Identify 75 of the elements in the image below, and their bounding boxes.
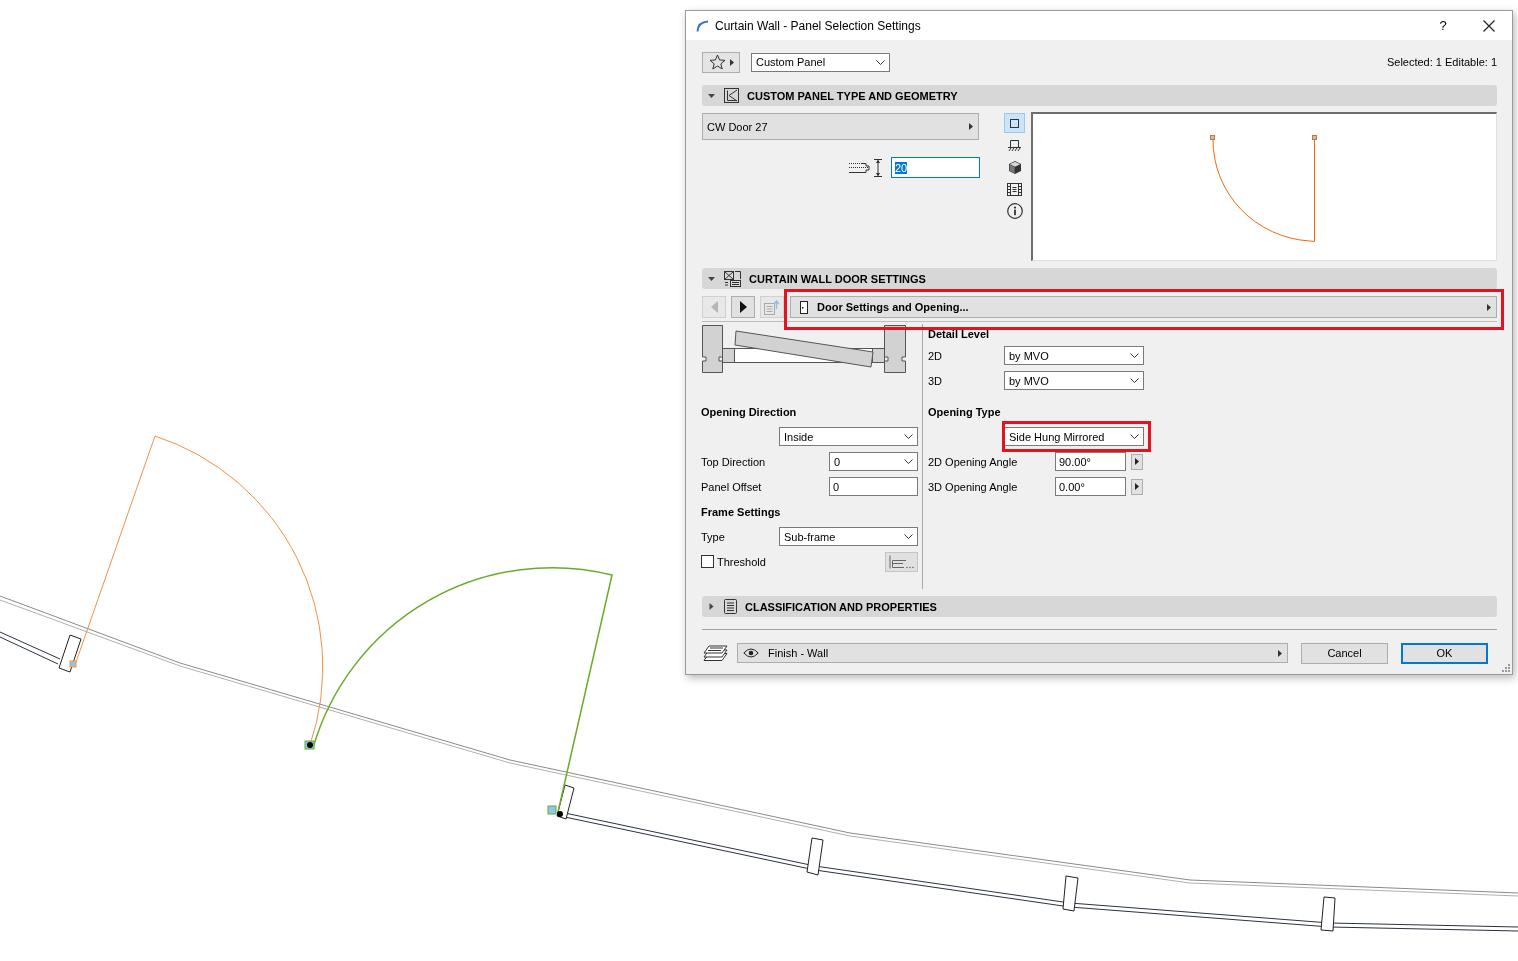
chevron-down-icon (904, 459, 913, 464)
panel-icon (724, 88, 739, 103)
nav-button[interactable] (731, 296, 755, 318)
field-label: 2D Opening Angle (928, 455, 1019, 468)
layers-icon (703, 645, 728, 661)
star-icon (708, 54, 726, 70)
dialog-button[interactable]: Cancel (1301, 642, 1388, 664)
door-icon (800, 300, 808, 314)
dropdown[interactable]: 0 (829, 452, 918, 471)
chevron-down-icon (1130, 353, 1139, 358)
angle-field[interactable]: 0.00° (1055, 477, 1126, 496)
dropdown[interactable]: by MVO (1004, 371, 1144, 390)
arrow-button[interactable] (1131, 478, 1143, 495)
group-heading: Opening Direction (701, 405, 797, 418)
caret-right-icon (969, 123, 973, 130)
resize-grip-icon (1502, 664, 1510, 672)
frame-on-ground-icon (1008, 139, 1021, 151)
film-strip-icon (1007, 182, 1022, 196)
view-mode-button[interactable] (1004, 201, 1025, 221)
arrow-button[interactable] (1131, 453, 1143, 470)
favorites-button[interactable] (702, 51, 740, 73)
document-arrow-icon (764, 299, 780, 315)
layer-selector[interactable]: Finish - Wall (737, 643, 1288, 663)
section-header[interactable]: CLASSIFICATION AND PROPERTIES (702, 596, 1497, 617)
section-header[interactable]: CUSTOM PANEL TYPE AND GEOMETRY (702, 85, 1497, 106)
angle-field[interactable]: 90.00° (1055, 452, 1126, 471)
preset-dropdown[interactable]: Custom Panel (751, 52, 890, 72)
chevron-down-icon (1130, 434, 1139, 439)
arc-icon (696, 19, 709, 32)
page-selector[interactable]: Door Settings and Opening... (790, 296, 1497, 318)
section-header[interactable]: CURTAIN WALL DOOR SETTINGS (702, 268, 1497, 289)
field-label: 2D (928, 349, 944, 362)
cube-icon (1008, 160, 1021, 174)
chevron-down-icon (904, 434, 913, 439)
triangle-left-icon (710, 301, 718, 313)
dropdown[interactable]: Inside (779, 427, 918, 446)
view-mode-button[interactable] (1004, 113, 1025, 133)
field-label: Type (701, 530, 725, 543)
chevron-down-icon (1130, 378, 1139, 383)
dropdown[interactable]: Side Hung Mirrored (1004, 427, 1144, 446)
chevron-down-icon (876, 59, 885, 65)
caret-right-icon (1135, 458, 1139, 465)
field-label: Panel Offset (701, 480, 762, 493)
selection-info: Selected: 1 Editable: 1 (1386, 56, 1497, 68)
dropdown[interactable]: Sub-frame (779, 527, 918, 546)
caret-right-icon (1278, 649, 1282, 657)
square-icon (1010, 118, 1019, 128)
panel-type-selector[interactable]: CW Door 27 (702, 113, 979, 140)
group-heading: Detail Level (928, 327, 990, 340)
dimension-icon (849, 157, 884, 178)
thickness-field[interactable]: 20 (891, 157, 980, 178)
triangle-right-icon (739, 301, 747, 313)
group-heading: Opening Type (928, 405, 1001, 418)
grid-icon (724, 270, 741, 287)
chevron-down-icon (904, 534, 913, 539)
document-icon (724, 599, 737, 614)
group-heading: Frame Settings (701, 505, 781, 518)
field-label: Top Direction (701, 455, 766, 468)
window-title: Curtain Wall - Panel Selection Settings (715, 18, 921, 33)
dialog-button[interactable]: OK (1401, 642, 1488, 664)
checkbox[interactable] (701, 555, 714, 568)
eye-icon (743, 648, 759, 658)
dropdown[interactable]: by MVO (1004, 346, 1144, 365)
help-button[interactable]: ? (1420, 11, 1466, 40)
caret-right-icon (1487, 303, 1491, 311)
input-field[interactable]: 0 (829, 477, 918, 496)
close-icon (1483, 19, 1495, 32)
info-icon (1006, 203, 1023, 219)
caret-right-icon (729, 58, 734, 66)
threshold-settings-button[interactable] (885, 551, 918, 572)
checkbox-label: Threshold (717, 555, 766, 568)
threshold-icon (888, 554, 915, 569)
field-label: 3D (928, 374, 944, 387)
field-label: 3D Opening Angle (928, 480, 1019, 493)
caret-right-icon (1135, 483, 1139, 490)
